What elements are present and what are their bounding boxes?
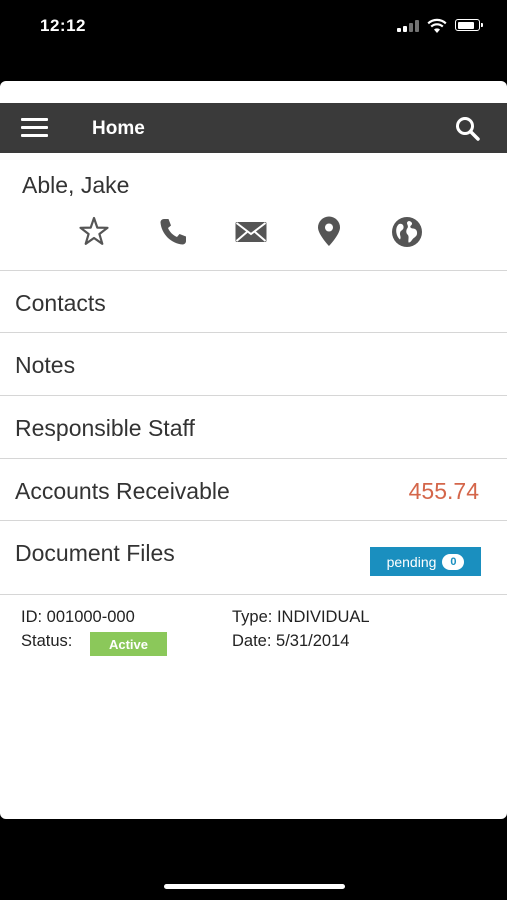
- accounts-receivable-label: Accounts Receivable: [15, 478, 230, 504]
- signal-icon: [397, 20, 419, 32]
- wifi-icon: [427, 18, 447, 33]
- accounts-receivable-amount: 455.74: [408, 478, 479, 504]
- pending-badge: pending 0: [370, 547, 481, 576]
- app-header: Home: [0, 103, 507, 153]
- menu-item-document-files[interactable]: Document Files pending 0: [0, 520, 507, 582]
- home-indicator[interactable]: [164, 884, 345, 889]
- page-title: Home: [92, 118, 145, 139]
- client-name: Able, Jake: [22, 172, 130, 198]
- star-icon[interactable]: [77, 215, 111, 249]
- pending-count: 0: [442, 553, 465, 570]
- document-files-label: Document Files: [15, 540, 175, 566]
- client-type: Type: INDIVIDUAL: [232, 608, 370, 626]
- battery-icon: [455, 19, 483, 31]
- phone-icon[interactable]: [156, 215, 190, 249]
- hamburger-menu-icon[interactable]: [21, 118, 48, 138]
- app-card: Home Able, Jake Contacts Notes Responsib…: [0, 81, 507, 819]
- status-bar: 12:12: [0, 0, 507, 60]
- menu-item-contacts[interactable]: Contacts: [0, 270, 507, 332]
- menu-item-responsible-staff[interactable]: Responsible Staff: [0, 395, 507, 457]
- battery-level: [457, 21, 474, 29]
- search-icon[interactable]: [454, 115, 482, 143]
- contacts-label: Contacts: [15, 290, 106, 316]
- status-time: 12:12: [40, 16, 86, 35]
- location-pin-icon[interactable]: [312, 215, 346, 249]
- menu-item-notes[interactable]: Notes: [0, 332, 507, 394]
- status-badge: Active: [90, 632, 167, 656]
- client-summary: Able, Jake: [0, 153, 507, 270]
- client-id: ID: 001000-000: [21, 608, 135, 626]
- status-label: Status:: [21, 632, 73, 650]
- pending-label: pending: [386, 553, 437, 570]
- responsible-staff-label: Responsible Staff: [15, 415, 195, 441]
- menu-item-accounts-receivable[interactable]: Accounts Receivable 455.74: [0, 458, 507, 520]
- globe-icon[interactable]: [390, 215, 424, 249]
- notes-label: Notes: [15, 352, 76, 378]
- email-icon[interactable]: [234, 215, 268, 249]
- client-details: ID: 001000-000 Status: Active Type: INDI…: [0, 594, 507, 656]
- client-date: Date: 5/31/2014: [232, 632, 350, 650]
